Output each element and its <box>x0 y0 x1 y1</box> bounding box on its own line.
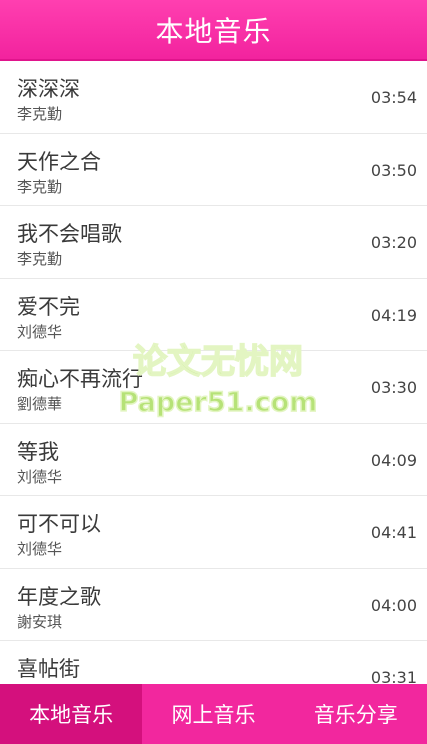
song-duration: 03:54 <box>370 88 417 107</box>
song-title: 深深深 <box>17 77 80 101</box>
song-duration: 03:50 <box>370 160 417 180</box>
song-row[interactable]: 我不会唱歌 李克勤 03:20 <box>0 206 427 279</box>
song-duration: 03:20 <box>370 233 417 252</box>
song-row[interactable]: 深深深 李克勤 03:54 <box>0 61 427 134</box>
song-artist: 刘德华 <box>17 540 63 558</box>
song-row[interactable]: 喜帖街 03:31 <box>0 641 427 684</box>
song-row[interactable]: 等我 刘德华 04:09 <box>0 423 427 496</box>
song-artist: 李克勤 <box>17 105 63 123</box>
song-row[interactable]: 爱不完 刘德华 04:19 <box>0 278 427 351</box>
song-duration: 04:41 <box>370 523 417 542</box>
bottom-tab-bar: 本地音乐 网上音乐 音乐分享 <box>0 684 427 744</box>
page-title: 本地音乐 <box>155 14 272 48</box>
music-app: 本地音乐 深深深 李克勤 03:54 天作之合 李克勤 03:50 我不会唱歌 … <box>0 0 427 744</box>
song-artist: 劉德華 <box>17 395 63 413</box>
tab-music-share[interactable]: 音乐分享 <box>285 684 427 744</box>
song-duration: 04:00 <box>370 595 417 615</box>
app-header: 本地音乐 <box>0 0 427 61</box>
song-row[interactable]: 可不可以 刘德华 04:41 <box>0 496 427 569</box>
song-artist: 刘德华 <box>17 467 63 486</box>
tab-online-music[interactable]: 网上音乐 <box>142 684 284 744</box>
song-title: 我不会唱歌 <box>17 222 122 246</box>
song-duration: 03:30 <box>370 378 417 397</box>
song-artist: 刘德华 <box>17 322 63 341</box>
song-row[interactable]: 天作之合 李克勤 03:50 <box>0 133 427 206</box>
song-duration: 04:19 <box>370 305 417 325</box>
song-title: 可不可以 <box>17 512 101 536</box>
song-title: 喜帖街 <box>17 657 80 681</box>
song-artist: 李克勤 <box>17 177 63 196</box>
song-row[interactable]: 年度之歌 謝安琪 04:00 <box>0 568 427 641</box>
song-title: 等我 <box>17 439 59 464</box>
song-title: 爱不完 <box>17 294 80 319</box>
tab-local-music[interactable]: 本地音乐 <box>0 684 143 744</box>
song-list[interactable]: 深深深 李克勤 03:54 天作之合 李克勤 03:50 我不会唱歌 李克勤 0… <box>0 61 427 684</box>
song-artist: 李克勤 <box>17 250 63 268</box>
song-duration: 03:31 <box>370 668 417 684</box>
song-title: 年度之歌 <box>17 584 101 609</box>
song-title: 天作之合 <box>17 149 101 174</box>
song-title: 痴心不再流行 <box>17 367 143 391</box>
song-duration: 04:09 <box>370 450 417 470</box>
song-artist: 謝安琪 <box>17 612 63 631</box>
song-row[interactable]: 痴心不再流行 劉德華 03:30 <box>0 351 427 424</box>
